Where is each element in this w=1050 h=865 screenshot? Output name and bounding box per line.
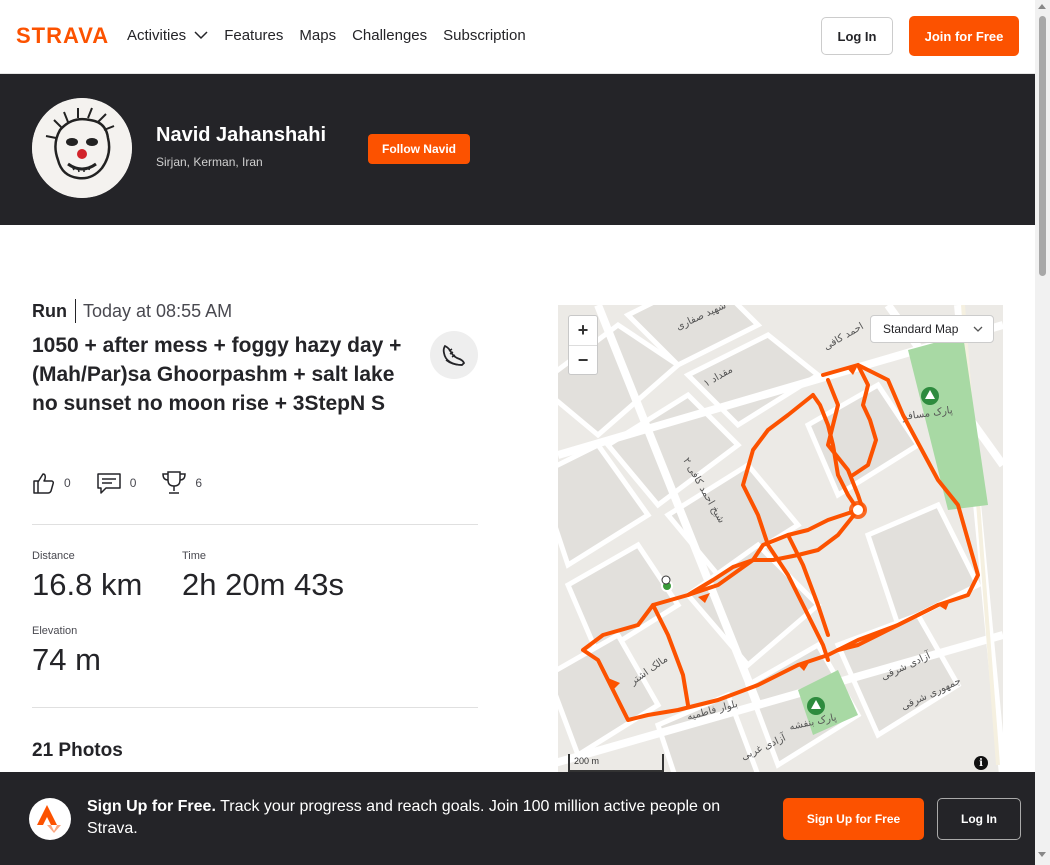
signup-button[interactable]: Sign Up for Free: [783, 798, 924, 840]
strava-logo-icon: [29, 798, 71, 840]
zoom-in-button[interactable]: +: [569, 316, 597, 345]
strava-logo[interactable]: STRAVA: [16, 23, 112, 51]
distance-label: Distance: [32, 550, 75, 562]
tree-icon: [807, 697, 825, 715]
page-scrollbar[interactable]: [1035, 0, 1050, 865]
nav-item-challenges[interactable]: Challenges: [352, 24, 427, 46]
nav-item-subscription[interactable]: Subscription: [443, 24, 526, 46]
elevation-value: 74 m: [32, 642, 101, 677]
map-style-label: Standard Map: [883, 322, 959, 336]
comment-icon: [96, 473, 121, 494]
time-label: Time: [182, 550, 207, 562]
elevation-label: Elevation: [32, 625, 78, 637]
top-navigation: STRAVA Activities Features Maps Challeng…: [0, 0, 1035, 74]
map-style-select[interactable]: Standard Map: [870, 315, 994, 343]
comment-count: 0: [129, 476, 137, 490]
time-value: 2h 20m 43s: [182, 567, 344, 602]
avatar[interactable]: [32, 98, 132, 198]
photo-marker-icon: [849, 501, 867, 519]
route-map[interactable]: پارک مسافر پارک بنفشه بلوار فاطمیه آزادی…: [558, 305, 1003, 780]
thumbs-up-icon: [33, 473, 55, 494]
info-icon[interactable]: i: [974, 756, 988, 770]
activity-type: Run: [32, 300, 67, 321]
activity-meta: Run Today at 08:55 AM: [32, 299, 232, 323]
zoom-control: + −: [568, 315, 598, 375]
activity-date: Today at 08:55 AM: [83, 300, 233, 321]
achievements-button[interactable]: 6: [161, 470, 202, 496]
nav-item-features-label: Features: [224, 26, 284, 44]
chevron-down-icon: [194, 30, 208, 39]
shoe-icon: [442, 344, 466, 366]
nav-item-activities-label: Activities: [127, 26, 187, 44]
meta-divider: [75, 299, 76, 323]
login-button[interactable]: Log In: [821, 17, 893, 55]
banner-login-button[interactable]: Log In: [937, 798, 1021, 840]
map-canvas[interactable]: پارک مسافر پارک بنفشه بلوار فاطمیه آزادی…: [558, 305, 1003, 780]
achievement-count: 6: [195, 476, 203, 490]
scroll-down-arrow-icon[interactable]: [1038, 852, 1046, 857]
nav-item-activities[interactable]: Activities: [127, 24, 208, 46]
join-button[interactable]: Join for Free: [909, 16, 1019, 56]
map-scale: 200 m: [568, 754, 664, 772]
social-actions: 0 0 6: [32, 470, 227, 496]
gear-shoe-button[interactable]: [430, 331, 478, 379]
comments-button[interactable]: 0: [96, 471, 137, 495]
kudos-button[interactable]: 0: [32, 471, 71, 495]
nav-menu: Activities Features Maps Challenges Subs…: [127, 24, 542, 46]
nav-item-features[interactable]: Features: [224, 24, 283, 46]
scroll-thumb[interactable]: [1039, 16, 1046, 276]
section-divider: [32, 707, 478, 708]
nav-item-maps[interactable]: Maps: [299, 24, 336, 46]
athlete-header: Navid Jahanshahi Sirjan, Kerman, Iran Fo…: [0, 74, 1035, 225]
follow-button[interactable]: Follow Navid: [368, 134, 470, 164]
section-divider: [32, 524, 478, 525]
nav-item-maps-label: Maps: [299, 26, 337, 44]
nav-item-subscription-label: Subscription: [443, 26, 526, 44]
logo-text: STRAVA: [16, 24, 109, 46]
banner-message: Sign Up for Free. Track your progress an…: [87, 796, 757, 840]
scroll-up-arrow-icon[interactable]: [1038, 4, 1046, 9]
nav-item-challenges-label: Challenges: [352, 26, 428, 44]
athlete-name[interactable]: Navid Jahanshahi: [156, 124, 326, 147]
banner-headline: Sign Up for Free.: [87, 798, 216, 815]
map-scale-label: 200 m: [574, 756, 600, 766]
kudos-count: 0: [64, 476, 71, 490]
athlete-location: Sirjan, Kerman, Iran: [156, 155, 263, 169]
zoom-out-button[interactable]: −: [569, 345, 597, 374]
activity-title: 1050 + after mess + foggy hazy day + (Ma…: [32, 334, 402, 415]
chevron-down-icon: [973, 326, 983, 332]
signup-banner: Sign Up for Free. Track your progress an…: [0, 772, 1035, 865]
trophy-icon: [162, 471, 187, 494]
distance-value: 16.8 km: [32, 567, 143, 602]
photos-title: 21 Photos: [32, 740, 123, 761]
tree-icon: [921, 387, 939, 405]
